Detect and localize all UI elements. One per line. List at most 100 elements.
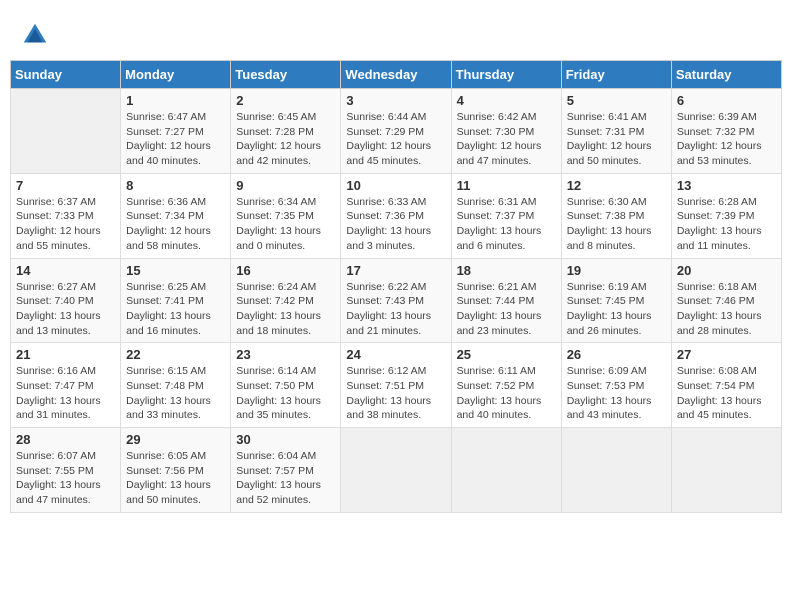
day-number: 22 — [126, 347, 225, 362]
calendar-cell: 23 Sunrise: 6:14 AM Sunset: 7:50 PM Dayli… — [231, 343, 341, 428]
calendar-cell: 8 Sunrise: 6:36 AM Sunset: 7:34 PM Daylig… — [121, 173, 231, 258]
day-number: 18 — [457, 263, 556, 278]
day-number: 27 — [677, 347, 776, 362]
calendar-cell — [341, 428, 451, 513]
calendar-cell: 2Sunrise: 6:45 AM Sunset: 7:28 PM Daylig… — [231, 89, 341, 174]
calendar-cell: 3 Sunrise: 6:44 AM Sunset: 7:29 PM Daylig… — [341, 89, 451, 174]
cell-content: Sunrise: 6:34 AM Sunset: 7:35 PM Dayligh… — [236, 195, 335, 254]
cell-content: Sunrise: 6:07 AM Sunset: 7:55 PM Dayligh… — [16, 449, 115, 508]
calendar-cell — [11, 89, 121, 174]
calendar-week-row: 1 Sunrise: 6:47 AM Sunset: 7:27 PM Daylig… — [11, 89, 782, 174]
cell-content: Sunrise: 6:36 AM Sunset: 7:34 PM Dayligh… — [126, 195, 225, 254]
calendar-cell: 7Sunrise: 6:37 AM Sunset: 7:33 PM Daylig… — [11, 173, 121, 258]
cell-content: Sunrise: 6:41 AM Sunset: 7:31 PM Dayligh… — [567, 110, 666, 169]
cell-content: Sunrise: 6:14 AM Sunset: 7:50 PM Dayligh… — [236, 364, 335, 423]
calendar-week-row: 14 Sunrise: 6:27 AM Sunset: 7:40 PM Dayli… — [11, 258, 782, 343]
calendar-cell — [451, 428, 561, 513]
day-number: 4 — [457, 93, 556, 108]
cell-content: Sunrise: 6:22 AM Sunset: 7:43 PM Dayligh… — [346, 280, 445, 339]
calendar-table: SundayMondayTuesdayWednesdayThursdayFrid… — [10, 60, 782, 513]
day-header-saturday: Saturday — [671, 61, 781, 89]
calendar-cell: 22 Sunrise: 6:15 AM Sunset: 7:48 PM Dayli… — [121, 343, 231, 428]
day-number: 2 — [236, 93, 335, 108]
cell-content: Sunrise: 6:11 AM Sunset: 7:52 PM Dayligh… — [457, 364, 556, 423]
calendar-cell: 30 Sunrise: 6:04 AM Sunset: 7:57 PM Dayli… — [231, 428, 341, 513]
calendar-cell: 29Sunrise: 6:05 AM Sunset: 7:56 PM Dayli… — [121, 428, 231, 513]
calendar-cell: 24 Sunrise: 6:12 AM Sunset: 7:51 PM Dayli… — [341, 343, 451, 428]
calendar-cell: 27 Sunrise: 6:08 AM Sunset: 7:54 PM Dayli… — [671, 343, 781, 428]
day-number: 25 — [457, 347, 556, 362]
cell-content: Sunrise: 6:18 AM Sunset: 7:46 PM Dayligh… — [677, 280, 776, 339]
day-number: 23 — [236, 347, 335, 362]
logo — [20, 20, 54, 50]
cell-content: Sunrise: 6:21 AM Sunset: 7:44 PM Dayligh… — [457, 280, 556, 339]
calendar-cell: 17Sunrise: 6:22 AM Sunset: 7:43 PM Dayli… — [341, 258, 451, 343]
cell-content: Sunrise: 6:47 AM Sunset: 7:27 PM Dayligh… — [126, 110, 225, 169]
calendar-cell: 9 Sunrise: 6:34 AM Sunset: 7:35 PM Daylig… — [231, 173, 341, 258]
day-header-tuesday: Tuesday — [231, 61, 341, 89]
calendar-cell: 15 Sunrise: 6:25 AM Sunset: 7:41 PM Dayli… — [121, 258, 231, 343]
cell-content: Sunrise: 6:09 AM Sunset: 7:53 PM Dayligh… — [567, 364, 666, 423]
day-number: 12 — [567, 178, 666, 193]
cell-content: Sunrise: 6:12 AM Sunset: 7:51 PM Dayligh… — [346, 364, 445, 423]
day-number: 20 — [677, 263, 776, 278]
cell-content: Sunrise: 6:31 AM Sunset: 7:37 PM Dayligh… — [457, 195, 556, 254]
cell-content: Sunrise: 6:19 AM Sunset: 7:45 PM Dayligh… — [567, 280, 666, 339]
cell-content: Sunrise: 6:39 AM Sunset: 7:32 PM Dayligh… — [677, 110, 776, 169]
day-number: 30 — [236, 432, 335, 447]
calendar-cell: 5 Sunrise: 6:41 AM Sunset: 7:31 PM Daylig… — [561, 89, 671, 174]
day-number: 9 — [236, 178, 335, 193]
cell-content: Sunrise: 6:08 AM Sunset: 7:54 PM Dayligh… — [677, 364, 776, 423]
day-number: 15 — [126, 263, 225, 278]
day-header-friday: Friday — [561, 61, 671, 89]
calendar-cell: 13 Sunrise: 6:28 AM Sunset: 7:39 PM Dayli… — [671, 173, 781, 258]
calendar-week-row: 28 Sunrise: 6:07 AM Sunset: 7:55 PM Dayli… — [11, 428, 782, 513]
day-number: 13 — [677, 178, 776, 193]
calendar-cell: 10 Sunrise: 6:33 AM Sunset: 7:36 PM Dayli… — [341, 173, 451, 258]
cell-content: Sunrise: 6:42 AM Sunset: 7:30 PM Dayligh… — [457, 110, 556, 169]
cell-content: Sunrise: 6:04 AM Sunset: 7:57 PM Dayligh… — [236, 449, 335, 508]
logo-icon — [20, 20, 50, 50]
cell-content: Sunrise: 6:15 AM Sunset: 7:48 PM Dayligh… — [126, 364, 225, 423]
calendar-cell — [671, 428, 781, 513]
cell-content: Sunrise: 6:27 AM Sunset: 7:40 PM Dayligh… — [16, 280, 115, 339]
cell-content: Sunrise: 6:28 AM Sunset: 7:39 PM Dayligh… — [677, 195, 776, 254]
calendar-cell: 1 Sunrise: 6:47 AM Sunset: 7:27 PM Daylig… — [121, 89, 231, 174]
day-number: 28 — [16, 432, 115, 447]
day-number: 14 — [16, 263, 115, 278]
cell-content: Sunrise: 6:16 AM Sunset: 7:47 PM Dayligh… — [16, 364, 115, 423]
day-number: 7 — [16, 178, 115, 193]
calendar-cell: 20 Sunrise: 6:18 AM Sunset: 7:46 PM Dayli… — [671, 258, 781, 343]
day-number: 16 — [236, 263, 335, 278]
cell-content: Sunrise: 6:44 AM Sunset: 7:29 PM Dayligh… — [346, 110, 445, 169]
calendar-cell: 18 Sunrise: 6:21 AM Sunset: 7:44 PM Dayli… — [451, 258, 561, 343]
calendar-cell: 25 Sunrise: 6:11 AM Sunset: 7:52 PM Dayli… — [451, 343, 561, 428]
cell-content: Sunrise: 6:33 AM Sunset: 7:36 PM Dayligh… — [346, 195, 445, 254]
day-number: 5 — [567, 93, 666, 108]
day-number: 8 — [126, 178, 225, 193]
calendar-cell: 21Sunrise: 6:16 AM Sunset: 7:47 PM Dayli… — [11, 343, 121, 428]
calendar-cell: 16Sunrise: 6:24 AM Sunset: 7:42 PM Dayli… — [231, 258, 341, 343]
day-number: 11 — [457, 178, 556, 193]
day-header-monday: Monday — [121, 61, 231, 89]
day-number: 3 — [346, 93, 445, 108]
day-header-sunday: Sunday — [11, 61, 121, 89]
day-number: 24 — [346, 347, 445, 362]
calendar-week-row: 21Sunrise: 6:16 AM Sunset: 7:47 PM Dayli… — [11, 343, 782, 428]
day-header-wednesday: Wednesday — [341, 61, 451, 89]
cell-content: Sunrise: 6:30 AM Sunset: 7:38 PM Dayligh… — [567, 195, 666, 254]
day-number: 26 — [567, 347, 666, 362]
day-number: 1 — [126, 93, 225, 108]
calendar-cell: 14 Sunrise: 6:27 AM Sunset: 7:40 PM Dayli… — [11, 258, 121, 343]
day-number: 29 — [126, 432, 225, 447]
calendar-week-row: 7Sunrise: 6:37 AM Sunset: 7:33 PM Daylig… — [11, 173, 782, 258]
calendar-header-row: SundayMondayTuesdayWednesdayThursdayFrid… — [11, 61, 782, 89]
day-number: 10 — [346, 178, 445, 193]
calendar-cell: 26 Sunrise: 6:09 AM Sunset: 7:53 PM Dayli… — [561, 343, 671, 428]
day-number: 19 — [567, 263, 666, 278]
cell-content: Sunrise: 6:25 AM Sunset: 7:41 PM Dayligh… — [126, 280, 225, 339]
calendar-cell: 11 Sunrise: 6:31 AM Sunset: 7:37 PM Dayli… — [451, 173, 561, 258]
calendar-cell: 28 Sunrise: 6:07 AM Sunset: 7:55 PM Dayli… — [11, 428, 121, 513]
day-number: 6 — [677, 93, 776, 108]
day-header-thursday: Thursday — [451, 61, 561, 89]
